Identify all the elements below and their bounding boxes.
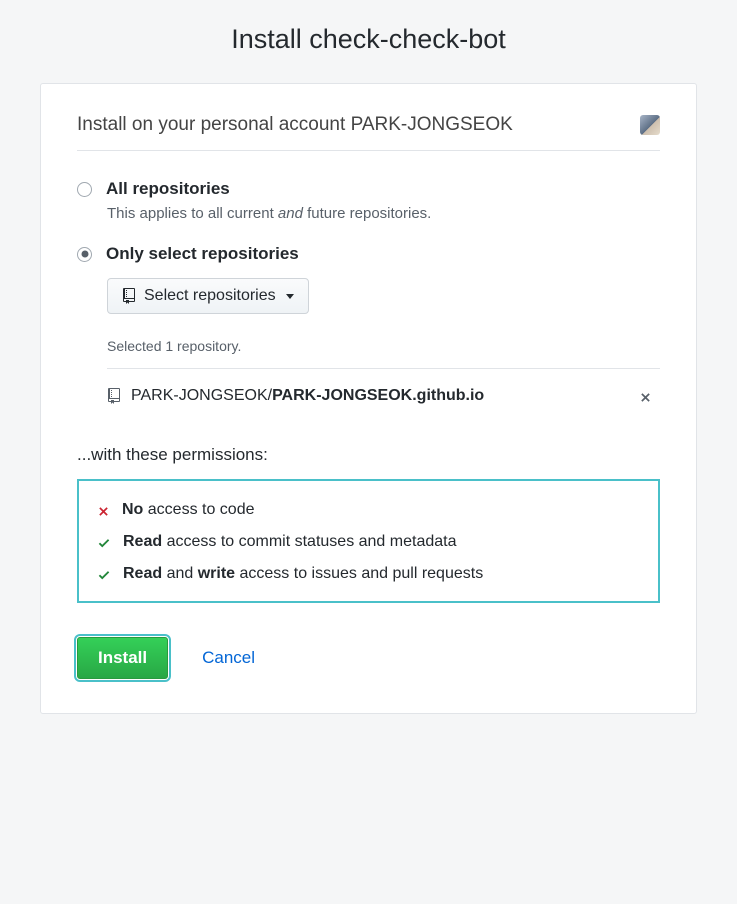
selected-count: Selected 1 repository. [107, 338, 660, 354]
remove-repo-button[interactable] [635, 383, 656, 409]
label-select-repositories: Only select repositories [106, 244, 299, 264]
x-icon [97, 501, 110, 519]
option-all-repositories: All repositories This applies to all cur… [77, 179, 660, 222]
account-row: Install on your personal account PARK-JO… [77, 114, 660, 151]
avatar[interactable] [640, 115, 660, 135]
account-text: Install on your personal account PARK-JO… [77, 114, 513, 136]
permission-after: access to issues and pull requests [235, 565, 483, 582]
page-title: Install check-check-bot [0, 24, 737, 55]
permissions-box: No access to code Read access to commit … [77, 479, 660, 603]
select-repositories-button[interactable]: Select repositories [107, 278, 309, 314]
radio-all-repositories[interactable] [77, 182, 92, 197]
check-icon [97, 533, 111, 551]
install-panel: Install on your personal account PARK-JO… [40, 83, 697, 714]
repo-name: PARK-JONGSEOK.github.io [272, 387, 484, 404]
desc-all-after: future repositories. [303, 205, 431, 222]
account-prefix: Install on your personal account [77, 114, 351, 135]
close-icon [639, 391, 652, 404]
selected-repo-row: PARK-JONGSEOK/PARK-JONGSEOK.github.io [107, 369, 660, 423]
permission-item: No access to code [97, 501, 640, 519]
permission-item: Read and write access to issues and pull… [97, 565, 640, 583]
select-repositories-label: Select repositories [144, 287, 276, 305]
permissions-intro: ...with these permissions: [77, 445, 660, 465]
install-button[interactable]: Install [77, 637, 168, 679]
repo-owner: PARK-JONGSEOK/ [131, 387, 272, 404]
permission-strong: Read [123, 565, 162, 582]
repo-icon [107, 388, 121, 404]
actions-row: Install Cancel [77, 637, 660, 679]
desc-all-em: and [278, 205, 303, 222]
permission-strong: No [122, 501, 143, 518]
caret-down-icon [286, 294, 294, 299]
permission-item: Read access to commit statuses and metad… [97, 533, 640, 551]
permission-mid: and [162, 565, 198, 582]
option-select-repositories: Only select repositories Select reposito… [77, 244, 660, 423]
repo-icon [122, 288, 136, 304]
permission-mid: access to commit statuses and metadata [162, 533, 456, 550]
account-name: PARK-JONGSEOK [351, 114, 513, 135]
label-all-repositories: All repositories [106, 179, 230, 199]
desc-all-repositories: This applies to all current and future r… [107, 205, 660, 222]
check-icon [97, 565, 111, 583]
permission-strong: Read [123, 533, 162, 550]
desc-all-before: This applies to all current [107, 205, 278, 222]
cancel-link[interactable]: Cancel [202, 648, 255, 668]
permission-mid: access to code [143, 501, 254, 518]
permission-text: Read and write access to issues and pull… [123, 565, 483, 583]
radio-select-repositories[interactable] [77, 247, 92, 262]
permission-text: Read access to commit statuses and metad… [123, 533, 456, 551]
permission-text: No access to code [122, 501, 255, 519]
selected-repo-list: PARK-JONGSEOK/PARK-JONGSEOK.github.io [107, 368, 660, 423]
permission-strong2: write [198, 565, 235, 582]
